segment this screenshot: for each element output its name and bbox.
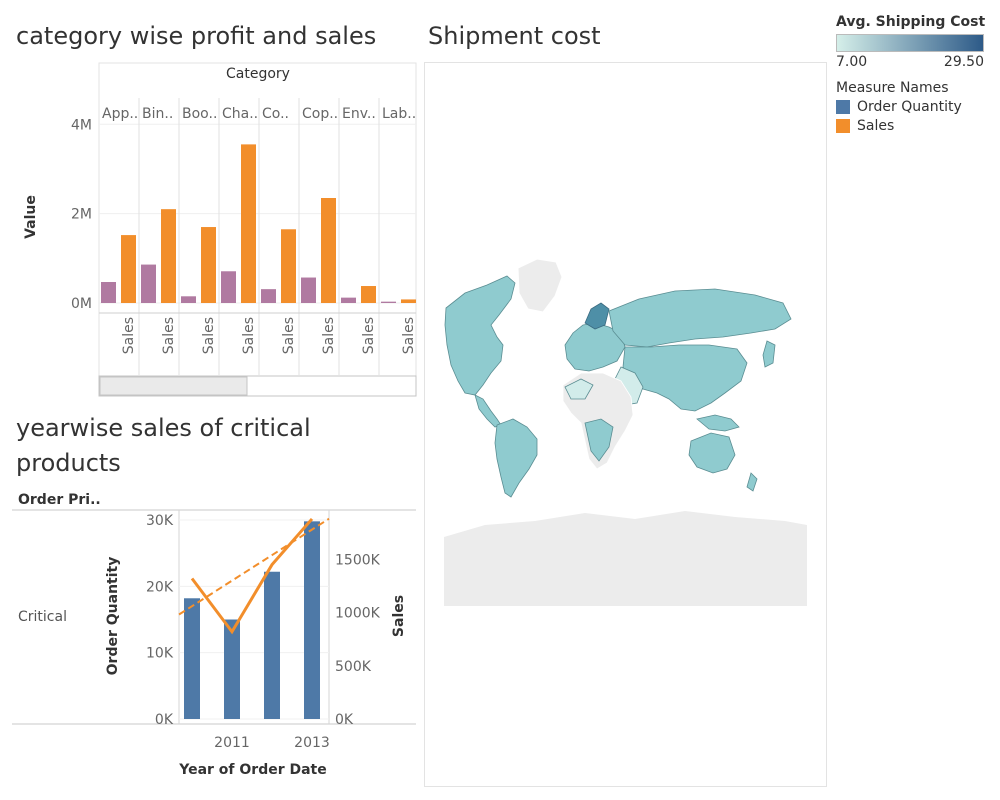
legend-label-sales: Sales bbox=[857, 118, 895, 134]
category-bar-chart[interactable]: Category Value App.. Sales Bin.. Sales Boo..… bbox=[0, 55, 420, 400]
category-header-label[interactable]: Boo.. bbox=[182, 106, 217, 122]
horizontal-scrollbar[interactable] bbox=[98, 375, 417, 397]
scrollbar-thumb[interactable] bbox=[99, 376, 248, 396]
sales-bar[interactable] bbox=[401, 299, 416, 303]
sales-bar[interactable] bbox=[321, 198, 336, 303]
order-quantity-bar[interactable] bbox=[264, 571, 280, 719]
measure-axis-label: Sales bbox=[121, 317, 137, 354]
map-title: Shipment cost bbox=[428, 22, 601, 50]
legend-panel: Avg. Shipping Cost 7.00 29.50 Measure Na… bbox=[836, 14, 996, 134]
profit-bar[interactable] bbox=[101, 282, 116, 303]
category-y-axis-title: Value bbox=[23, 195, 39, 239]
order-quantity-axis-title: Order Quantity bbox=[105, 557, 121, 676]
legend-item-sales[interactable]: Sales bbox=[836, 118, 996, 134]
sales-bar[interactable] bbox=[281, 229, 296, 303]
order-quantity-bar[interactable] bbox=[224, 619, 240, 720]
measure-axis-label: Sales bbox=[361, 317, 377, 354]
right-y-tick-label: 1500K bbox=[335, 552, 381, 568]
left-y-tick-label: 30K bbox=[146, 513, 174, 529]
category-header-label[interactable]: Env.. bbox=[342, 106, 376, 122]
measure-names-legend-title: Measure Names bbox=[836, 80, 949, 96]
y-tick-label: 0M bbox=[71, 296, 92, 312]
sales-bar[interactable] bbox=[121, 235, 136, 303]
measure-axis-label: Sales bbox=[281, 317, 297, 354]
left-y-tick-label: 20K bbox=[146, 579, 174, 595]
category-header-label[interactable]: App.. bbox=[102, 106, 138, 122]
category-header-label[interactable]: Cha.. bbox=[222, 106, 258, 122]
category-header-label[interactable]: Lab.. bbox=[382, 106, 416, 122]
sales-bar[interactable] bbox=[241, 144, 256, 303]
order-priority-header: Order Pri.. bbox=[18, 492, 101, 508]
x-tick-label: 2011 bbox=[214, 735, 250, 751]
x-tick-label: 2013 bbox=[294, 735, 330, 751]
profit-bar[interactable] bbox=[261, 289, 276, 303]
category-header: Category bbox=[226, 66, 290, 82]
order-quantity-bar[interactable] bbox=[184, 598, 200, 719]
left-y-tick-label: 0K bbox=[155, 712, 174, 728]
sales-swatch bbox=[836, 119, 850, 133]
legend-label-order-quantity: Order Quantity bbox=[857, 99, 962, 115]
antarctica bbox=[444, 511, 807, 606]
measure-axis-label: Sales bbox=[321, 317, 337, 354]
shipping-cost-max: 29.50 bbox=[943, 54, 984, 70]
sales-line[interactable] bbox=[190, 517, 314, 635]
shipping-cost-min: 7.00 bbox=[836, 54, 868, 70]
left-y-tick-label: 10K bbox=[146, 646, 174, 662]
profit-bar[interactable] bbox=[141, 264, 156, 303]
shipping-cost-color-ramp bbox=[836, 34, 984, 52]
measure-axis-label: Sales bbox=[201, 317, 217, 354]
sales-bar[interactable] bbox=[161, 209, 176, 303]
map-panel[interactable] bbox=[424, 62, 827, 787]
sales-axis-title: Sales bbox=[391, 595, 407, 637]
y-tick-label: 2M bbox=[71, 207, 92, 223]
category-header-label[interactable]: Cop.. bbox=[302, 106, 338, 122]
profit-bar[interactable] bbox=[181, 296, 196, 303]
yearwise-title-line2: products bbox=[16, 449, 121, 477]
shipping-cost-legend-title: Avg. Shipping Cost bbox=[836, 14, 986, 30]
critical-orders-chart[interactable]: Order Pri.. Critical Order Quantity Sale… bbox=[0, 488, 420, 788]
critical-row-label: Critical bbox=[18, 609, 67, 625]
profit-bar[interactable] bbox=[341, 297, 356, 303]
sales-bar[interactable] bbox=[201, 227, 216, 303]
order-quantity-bar[interactable] bbox=[304, 521, 320, 719]
order-quantity-swatch bbox=[836, 100, 850, 114]
category-header-label[interactable]: Bin.. bbox=[142, 106, 173, 122]
category-header-label[interactable]: Co.. bbox=[262, 106, 289, 122]
yearwise-title-line1: yearwise sales of critical bbox=[16, 414, 311, 442]
world-map[interactable] bbox=[425, 63, 826, 786]
category-chart-title: category wise profit and sales bbox=[16, 22, 377, 50]
profit-bar[interactable] bbox=[381, 301, 396, 303]
profit-bar[interactable] bbox=[301, 277, 316, 303]
right-y-tick-label: 1000K bbox=[335, 606, 381, 622]
right-y-tick-label: 0K bbox=[335, 712, 354, 728]
measure-axis-label: Sales bbox=[401, 317, 417, 354]
right-y-tick-label: 500K bbox=[335, 659, 372, 675]
measure-axis-label: Sales bbox=[241, 317, 257, 354]
y-tick-label: 4M bbox=[71, 117, 92, 133]
profit-bar[interactable] bbox=[221, 271, 236, 303]
measure-axis-label: Sales bbox=[161, 317, 177, 354]
sales-bar[interactable] bbox=[361, 286, 376, 303]
legend-item-order-quantity[interactable]: Order Quantity bbox=[836, 99, 996, 115]
year-axis-title: Year of Order Date bbox=[178, 762, 327, 778]
